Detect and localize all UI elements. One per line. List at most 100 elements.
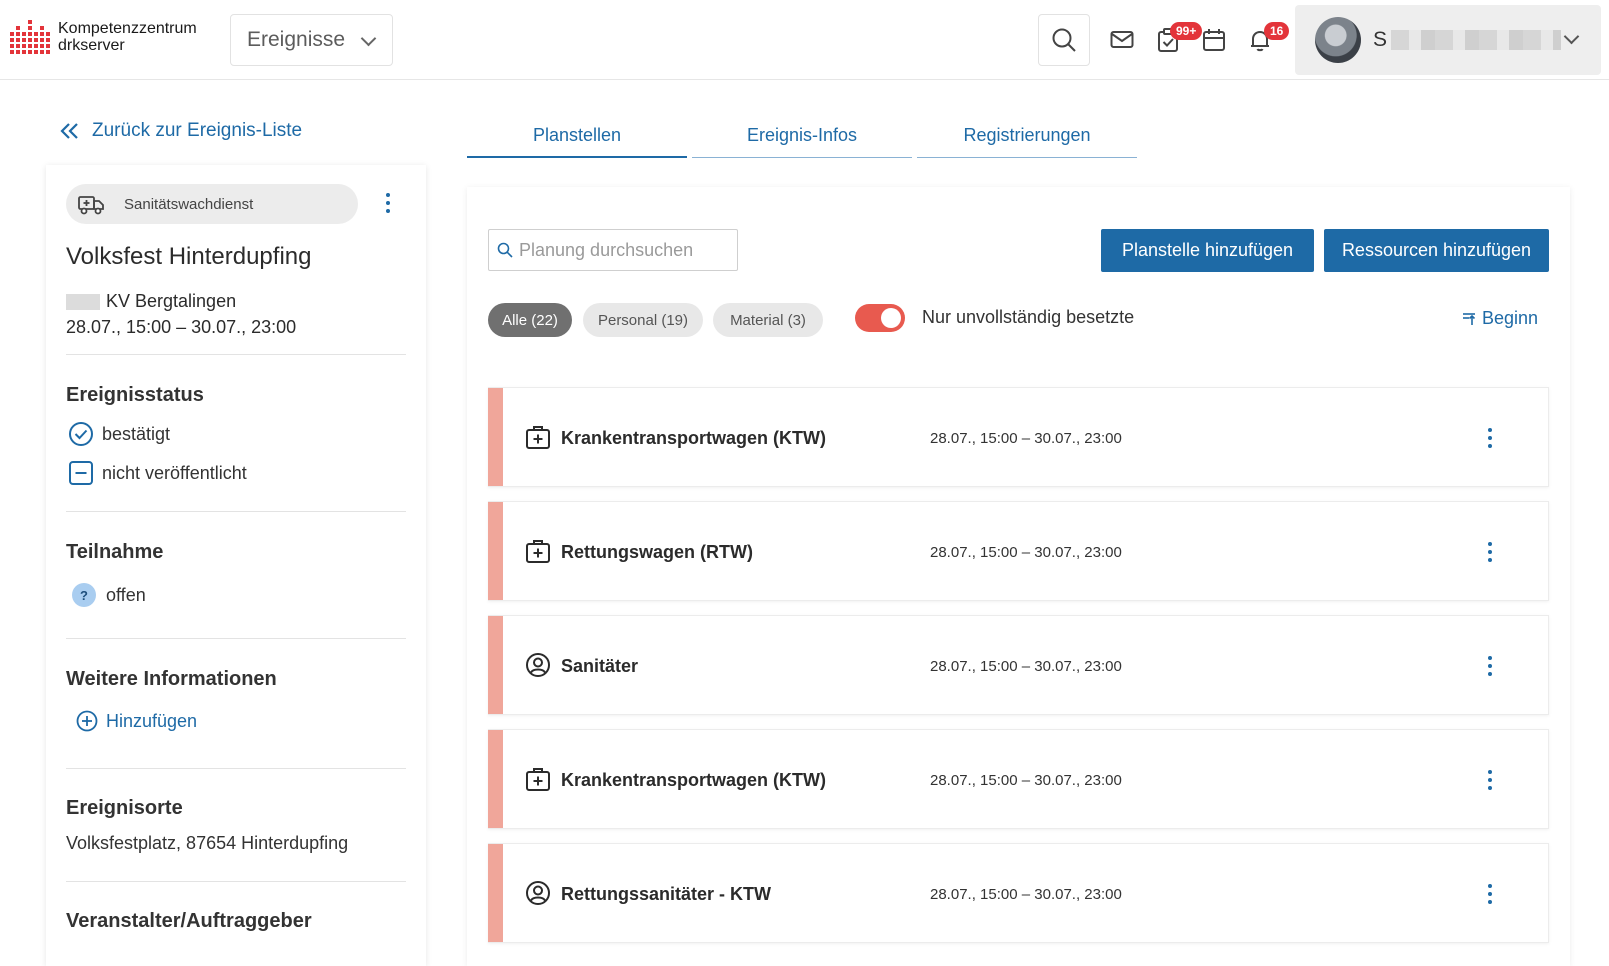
double-chevron-left-icon <box>60 123 78 139</box>
event-category-tag: Sanitätswachdienst <box>66 184 358 224</box>
ambulance-icon <box>78 196 104 215</box>
minus-square-icon <box>69 461 93 485</box>
logo-mark-icon <box>10 20 50 54</box>
divider <box>66 638 406 639</box>
mail-icon <box>1110 31 1134 48</box>
position-row[interactable]: Rettungswagen (RTW) 28.07., 15:00 – 30.0… <box>488 501 1549 601</box>
only-incomplete-label: Nur unvollständig besetzte <box>922 307 1135 327</box>
area-select-value: Ereignisse <box>247 28 346 51</box>
search-button[interactable] <box>1038 14 1090 66</box>
sort-by-start-link[interactable]: Beginn <box>1462 308 1538 329</box>
positions-panel: Planstelle hinzufügen Ressourcen hinzufü… <box>467 187 1570 966</box>
medical-case-icon <box>526 768 550 791</box>
person-circle-icon <box>526 653 550 677</box>
search-icon <box>1052 28 1076 52</box>
event-org-label: KV Bergtalingen <box>106 291 237 311</box>
position-title: Krankentransportwagen (KTW) <box>561 428 827 448</box>
add-info-label: Hinzufügen <box>106 710 198 731</box>
logo-line-1: Kompetenzzentrum <box>58 20 197 37</box>
status-confirmed-label: bestätigt <box>102 423 171 444</box>
filter-personnel-chip[interactable]: Personal (19) <box>583 303 703 337</box>
plus-circle-icon <box>76 710 98 732</box>
position-options-menu-icon[interactable] <box>1480 652 1500 680</box>
event-date-range: 28.07., 15:00 – 30.07., 23:00 <box>66 317 297 337</box>
chevron-down-icon <box>1563 28 1580 45</box>
planning-search[interactable] <box>488 229 738 271</box>
area-select[interactable]: Ereignisse <box>230 14 393 66</box>
sort-label: Beginn <box>1482 308 1539 328</box>
event-locations-heading: Ereignisorte <box>66 797 183 819</box>
participation-value: offen <box>106 584 146 605</box>
position-row[interactable]: Krankentransportwagen (KTW) 28.07., 15:0… <box>488 387 1549 487</box>
calendar-button[interactable] <box>1188 14 1240 66</box>
notifications-badge: 16 <box>1264 22 1290 40</box>
add-position-button[interactable]: Planstelle hinzufügen <box>1101 229 1314 272</box>
logo[interactable]: Kompetenzzentrum drkserver <box>10 20 197 54</box>
redacted-org-logo <box>66 293 100 310</box>
positions-list: Krankentransportwagen (KTW) 28.07., 15:0… <box>488 387 1549 957</box>
divider <box>66 768 406 769</box>
position-options-menu-icon[interactable] <box>1480 538 1500 566</box>
user-name: S <box>1373 28 1562 52</box>
position-options-menu-icon[interactable] <box>1480 424 1500 452</box>
position-title: Rettungssanitäter - KTW <box>561 884 772 904</box>
event-details-card: Sanitätswachdienst Volksfest Hinterdupfi… <box>46 165 426 966</box>
redacted-name <box>1391 30 1562 50</box>
divider <box>66 354 406 355</box>
status-confirmed: bestätigt <box>68 421 170 447</box>
back-to-event-list-link[interactable]: Zurück zur Ereignis-Liste <box>60 120 302 142</box>
only-incomplete-toggle[interactable] <box>855 304 905 332</box>
event-status-heading: Ereignisstatus <box>66 384 204 406</box>
position-row[interactable]: Sanitäter 28.07., 15:00 – 30.07., 23:00 <box>488 615 1549 715</box>
participation-status: ? offen <box>68 583 146 607</box>
logo-text: Kompetenzzentrum drkserver <box>58 20 197 54</box>
status-unpublished: nicht veröffentlicht <box>68 460 247 486</box>
chevron-down-icon <box>360 30 377 47</box>
add-info-link[interactable]: Hinzufügen <box>76 710 197 732</box>
user-initial: S <box>1373 28 1388 51</box>
user-menu[interactable]: S <box>1295 5 1601 75</box>
filter-all-chip[interactable]: Alle (22) <box>488 303 572 337</box>
sort-icon <box>1463 312 1476 325</box>
messages-button[interactable] <box>1096 14 1148 66</box>
search-icon <box>497 242 513 258</box>
status-unpublished-label: nicht veröffentlicht <box>102 462 247 483</box>
position-time: 28.07., 15:00 – 30.07., 23:00 <box>930 658 1122 675</box>
position-title: Rettungswagen (RTW) <box>561 542 753 562</box>
position-time: 28.07., 15:00 – 30.07., 23:00 <box>930 430 1122 447</box>
planning-search-input[interactable] <box>519 239 729 261</box>
filter-material-chip[interactable]: Material (3) <box>713 303 823 337</box>
position-title: Krankentransportwagen (KTW) <box>561 770 827 790</box>
check-circle-icon <box>69 422 93 446</box>
tab-planstellen[interactable]: Planstellen <box>467 114 687 158</box>
event-category-label: Sanitätswachdienst <box>124 195 254 213</box>
event-title: Volksfest Hinterdupfing <box>66 243 312 270</box>
participation-heading: Teilnahme <box>66 541 164 563</box>
event-organization: KV Bergtalingen <box>66 291 236 312</box>
divider <box>66 881 406 882</box>
question-circle-icon: ? <box>72 583 96 607</box>
position-options-menu-icon[interactable] <box>1480 766 1500 794</box>
event-options-menu-icon[interactable] <box>378 189 398 217</box>
position-time: 28.07., 15:00 – 30.07., 23:00 <box>930 886 1122 903</box>
position-title: Sanitäter <box>561 656 639 676</box>
person-circle-icon <box>526 881 550 905</box>
position-row[interactable]: Krankentransportwagen (KTW) 28.07., 15:0… <box>488 729 1549 829</box>
more-info-heading: Weitere Informationen <box>66 668 277 690</box>
avatar <box>1315 17 1361 63</box>
notifications-button[interactable]: 16 <box>1234 14 1290 66</box>
organizer-heading: Veranstalter/Auftraggeber <box>66 910 312 932</box>
logo-line-2: drkserver <box>58 37 125 54</box>
position-time: 28.07., 15:00 – 30.07., 23:00 <box>930 544 1122 561</box>
event-tabs: Planstellen Ereignis-Infos Registrierung… <box>467 114 1142 158</box>
position-row[interactable]: Rettungssanitäter - KTW 28.07., 15:00 – … <box>488 843 1549 943</box>
tasks-button[interactable]: 99+ <box>1142 14 1203 66</box>
add-resources-button[interactable]: Ressourcen hinzufügen <box>1324 229 1549 272</box>
medical-case-icon <box>526 426 550 449</box>
position-time: 28.07., 15:00 – 30.07., 23:00 <box>930 772 1122 789</box>
tab-registrierungen[interactable]: Registrierungen <box>917 114 1137 158</box>
tab-ereignis-infos[interactable]: Ereignis-Infos <box>692 114 912 158</box>
position-options-menu-icon[interactable] <box>1480 880 1500 908</box>
top-header: Kompetenzzentrum drkserver Ereignisse 99… <box>0 0 1609 80</box>
divider <box>66 511 406 512</box>
